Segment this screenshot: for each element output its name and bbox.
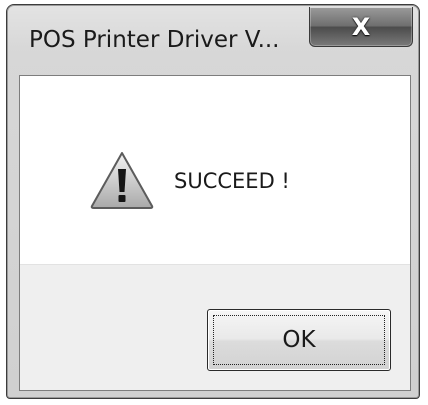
message-dialog: POS Printer Driver V... X SUCCEED ! OK	[6, 4, 420, 399]
ok-button[interactable]: OK	[207, 309, 391, 371]
title-bar[interactable]: POS Printer Driver V... X	[7, 5, 419, 75]
message-text: SUCCEED !	[174, 169, 290, 193]
warning-icon	[90, 152, 154, 209]
close-button[interactable]: X	[309, 7, 413, 47]
ok-button-label: OK	[282, 327, 316, 353]
window-title: POS Printer Driver V...	[29, 27, 280, 53]
message-area: SUCCEED !	[20, 76, 410, 264]
close-icon: X	[351, 12, 371, 41]
button-bar: OK	[20, 264, 410, 390]
dialog-body: SUCCEED ! OK	[19, 75, 411, 391]
